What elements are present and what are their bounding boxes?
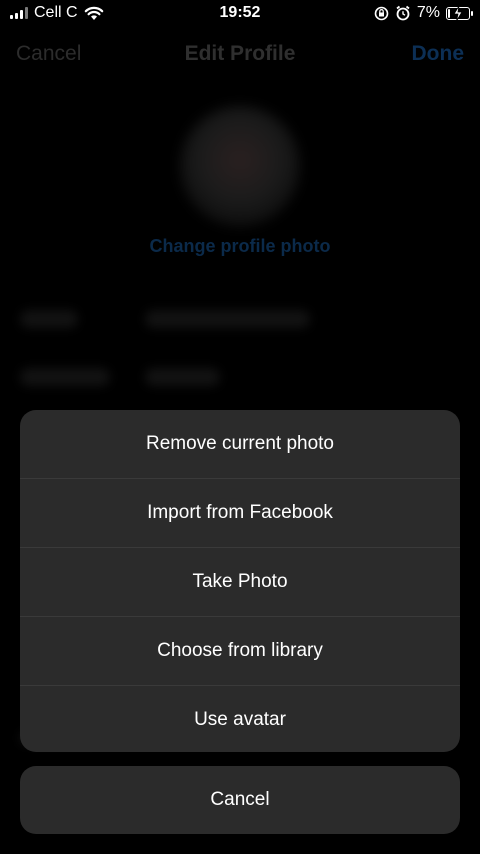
- blurred-field-value: [145, 368, 220, 386]
- blurred-field-label: [20, 310, 78, 328]
- status-bar: Cell C 19:52 7%: [0, 0, 480, 28]
- status-right: 7%: [374, 4, 473, 22]
- action-sheet: Remove current photo Import from Faceboo…: [20, 410, 460, 752]
- orientation-lock-icon: [374, 6, 389, 20]
- page-title: Edit Profile: [184, 42, 296, 65]
- avatar[interactable]: [180, 106, 300, 226]
- battery-percent: 7%: [416, 4, 440, 21]
- battery-fill: [448, 8, 450, 18]
- take-photo-option[interactable]: Take Photo: [20, 548, 460, 617]
- blurred-field-value: [145, 310, 310, 328]
- remove-current-photo-option[interactable]: Remove current photo: [20, 410, 460, 479]
- alarm-icon: [396, 5, 410, 21]
- battery-charging-icon: [446, 5, 473, 21]
- blurred-field-label: [20, 368, 110, 386]
- action-sheet-cancel-button[interactable]: Cancel: [20, 766, 460, 834]
- change-profile-photo-link[interactable]: Change profile photo: [0, 236, 480, 257]
- import-from-facebook-option[interactable]: Import from Facebook: [20, 479, 460, 548]
- choose-from-library-option[interactable]: Choose from library: [20, 617, 460, 686]
- use-avatar-option[interactable]: Use avatar: [20, 686, 460, 752]
- nav-done-button[interactable]: Done: [412, 42, 465, 66]
- nav-bar: Cancel Edit Profile Done: [0, 28, 480, 80]
